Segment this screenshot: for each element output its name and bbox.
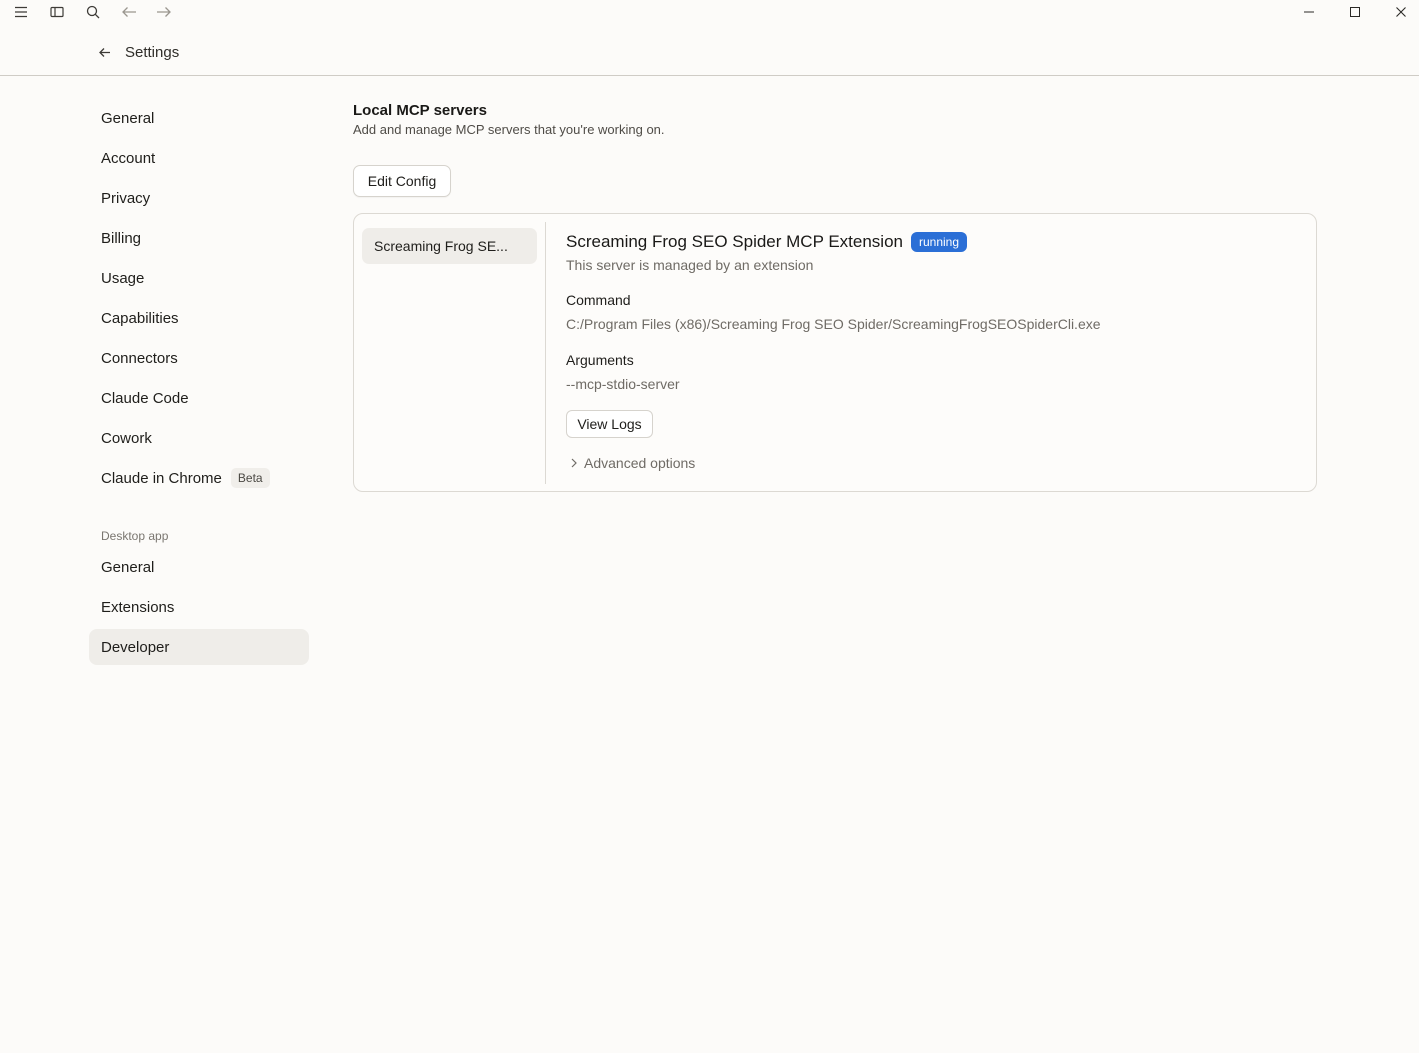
sidebar-item-claude-code[interactable]: Claude Code	[89, 380, 309, 416]
title-bar	[0, 0, 1419, 24]
section-subtitle: Add and manage MCP servers that you're w…	[353, 122, 665, 137]
server-name: Screaming Frog SEO Spider MCP Extension	[566, 232, 903, 251]
view-logs-button[interactable]: View Logs	[566, 410, 653, 438]
sidebar-item-developer[interactable]: Developer	[89, 629, 309, 665]
command-value: C:/Program Files (x86)/Screaming Frog SE…	[566, 316, 1101, 332]
advanced-options-label: Advanced options	[584, 455, 696, 471]
mcp-servers-panel: Screaming Frog SE... Screaming Frog SEO …	[353, 213, 1317, 492]
desktop-app-section-label: Desktop app	[101, 529, 169, 543]
chevron-right-icon	[566, 455, 582, 471]
menu-icon[interactable]	[11, 2, 31, 22]
sidebar-item-claude-in-chrome[interactable]: Claude in Chrome Beta	[89, 460, 309, 496]
section-title: Local MCP servers	[353, 102, 487, 119]
server-list-item[interactable]: Screaming Frog SE...	[362, 228, 537, 264]
command-label: Command	[566, 292, 631, 308]
server-name-row: Screaming Frog SEO Spider MCP Extension …	[566, 232, 968, 252]
sidebar-item-account[interactable]: Account	[89, 140, 309, 176]
settings-header: Settings	[0, 30, 1419, 76]
panel-divider	[545, 222, 546, 484]
sidebar-item-usage[interactable]: Usage	[89, 260, 309, 296]
sidebar-item-desktop-general[interactable]: General	[89, 549, 309, 585]
managed-note: This server is managed by an extension	[566, 257, 814, 273]
sidebar-item-general[interactable]: General	[89, 100, 309, 136]
sidebar-item-cowork[interactable]: Cowork	[89, 420, 309, 456]
page-title: Settings	[125, 44, 180, 61]
minimize-icon[interactable]	[1286, 0, 1332, 24]
sidebar-item-connectors[interactable]: Connectors	[89, 340, 309, 376]
search-icon[interactable]	[83, 2, 103, 22]
arguments-label: Arguments	[566, 352, 634, 368]
sidebar-item-capabilities[interactable]: Capabilities	[89, 300, 309, 336]
edit-config-button[interactable]: Edit Config	[353, 165, 451, 197]
sidebar-item-billing[interactable]: Billing	[89, 220, 309, 256]
beta-badge: Beta	[230, 468, 270, 488]
sidebar-toggle-icon[interactable]	[47, 2, 67, 22]
status-badge: running	[911, 232, 968, 252]
arrow-right-icon[interactable]	[154, 2, 174, 22]
sidebar-item-extensions[interactable]: Extensions	[89, 589, 309, 625]
server-list: Screaming Frog SE...	[362, 228, 537, 264]
sidebar-item-label: Claude in Chrome	[101, 469, 222, 487]
arguments-value: --mcp-stdio-server	[566, 376, 680, 392]
close-icon[interactable]	[1378, 0, 1419, 24]
advanced-options-toggle[interactable]: Advanced options	[566, 455, 695, 471]
arrow-left-icon[interactable]	[119, 2, 139, 22]
maximize-icon[interactable]	[1332, 0, 1378, 24]
sidebar-item-privacy[interactable]: Privacy	[89, 180, 309, 216]
back-arrow-icon[interactable]	[94, 42, 114, 62]
